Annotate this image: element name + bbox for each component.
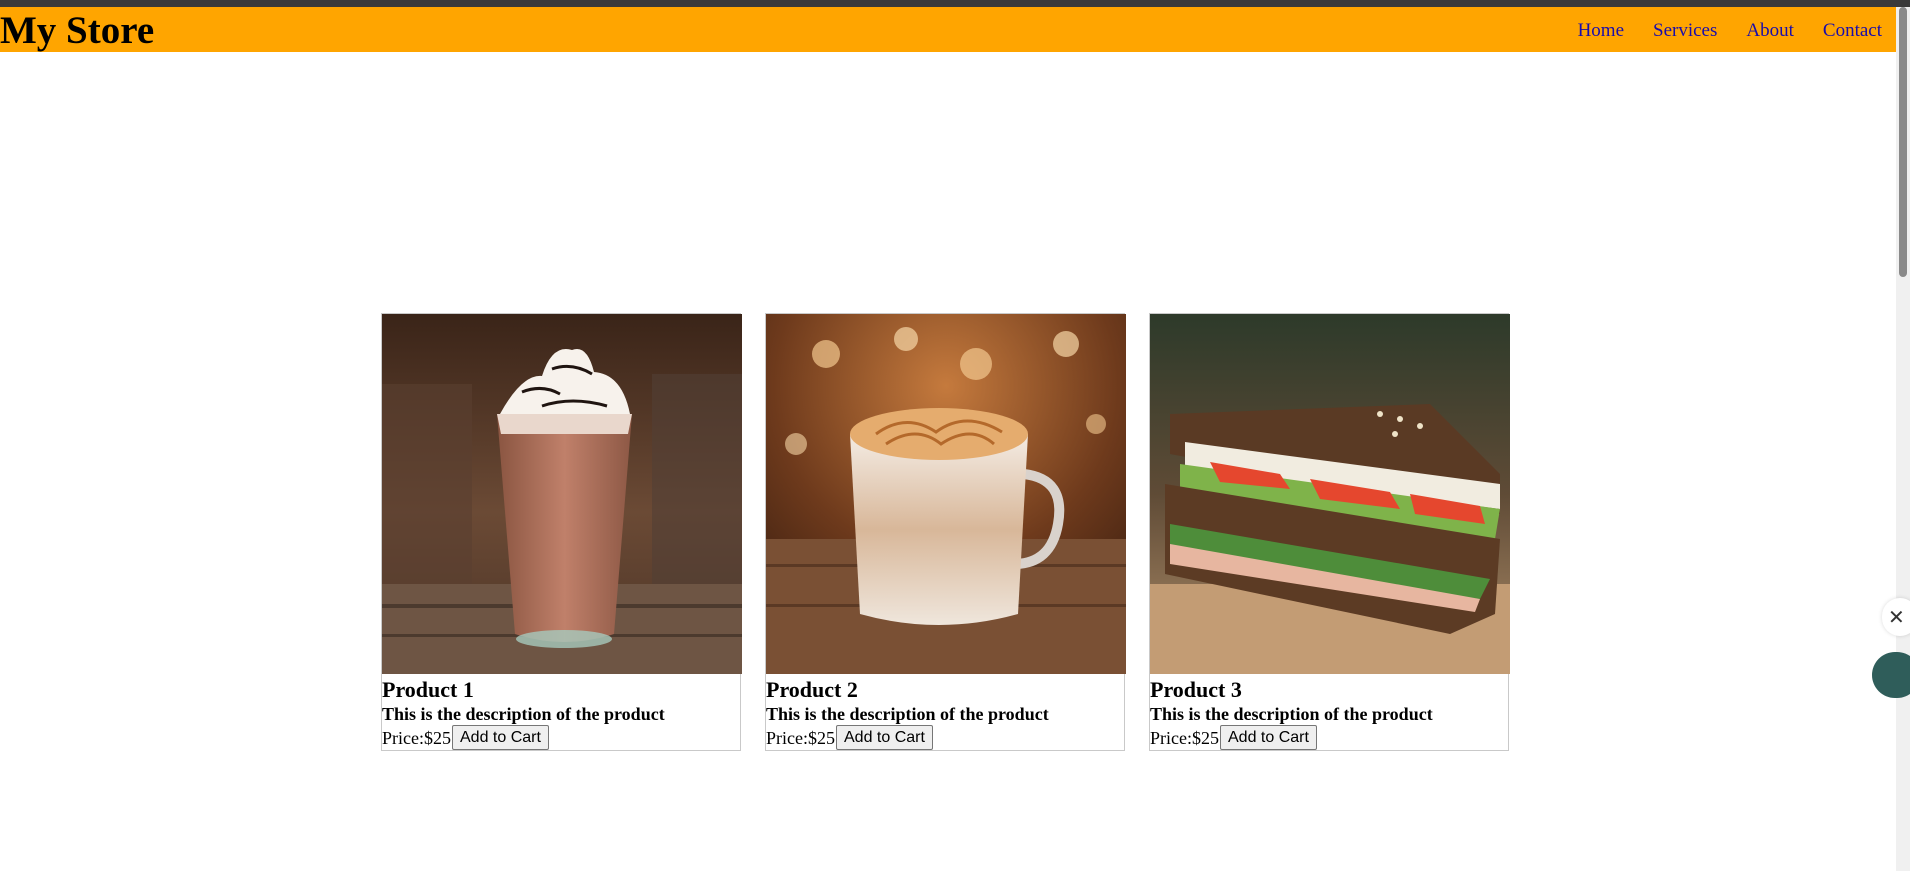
- site-brand[interactable]: My Store: [0, 9, 154, 53]
- nav-about-link[interactable]: About: [1746, 20, 1794, 42]
- product-title: Product 2: [766, 677, 858, 702]
- product-price-row: Price:$25 Add to Cart: [766, 725, 1124, 750]
- product-title: Product 3: [1150, 677, 1242, 702]
- product-card: Product 2 This is the description of the…: [765, 313, 1126, 751]
- close-icon[interactable]: ✕: [1882, 598, 1910, 636]
- add-to-cart-button[interactable]: Add to Cart: [1220, 725, 1317, 750]
- nav-services-link[interactable]: Services: [1653, 20, 1717, 42]
- product-price-row: Price:$25 Add to Cart: [382, 725, 740, 750]
- product-price: Price:$25: [1150, 727, 1219, 748]
- product-price: Price:$25: [766, 727, 835, 748]
- site-header: My Store Home Services About Contact: [0, 7, 1896, 52]
- latte-cup-image: [766, 314, 1126, 674]
- product-card: Product 1 This is the description of the…: [381, 313, 742, 751]
- sandwich-image: [1150, 314, 1510, 674]
- product-description: This is the description of the product: [766, 704, 1049, 724]
- page-scrollbar[interactable]: [1896, 7, 1910, 871]
- product-card: Product 3 This is the description of the…: [1149, 313, 1510, 751]
- main-nav: Home Services About Contact: [1578, 20, 1882, 42]
- frappe-drink-image: [382, 314, 742, 674]
- nav-home-link[interactable]: Home: [1578, 20, 1624, 42]
- nav-contact-link[interactable]: Contact: [1823, 20, 1882, 42]
- product-price-row: Price:$25 Add to Cart: [1150, 725, 1508, 750]
- scrollbar-thumb[interactable]: [1899, 7, 1907, 277]
- product-price: Price:$25: [382, 727, 451, 748]
- add-to-cart-button[interactable]: Add to Cart: [836, 725, 933, 750]
- product-description: This is the description of the product: [1150, 704, 1433, 724]
- add-to-cart-button[interactable]: Add to Cart: [452, 725, 549, 750]
- product-title: Product 1: [382, 677, 474, 702]
- product-grid: Product 1 This is the description of the…: [381, 313, 1510, 751]
- product-description: This is the description of the product: [382, 704, 665, 724]
- chat-bubble-icon[interactable]: [1872, 652, 1910, 698]
- browser-top-strip: [0, 0, 1910, 7]
